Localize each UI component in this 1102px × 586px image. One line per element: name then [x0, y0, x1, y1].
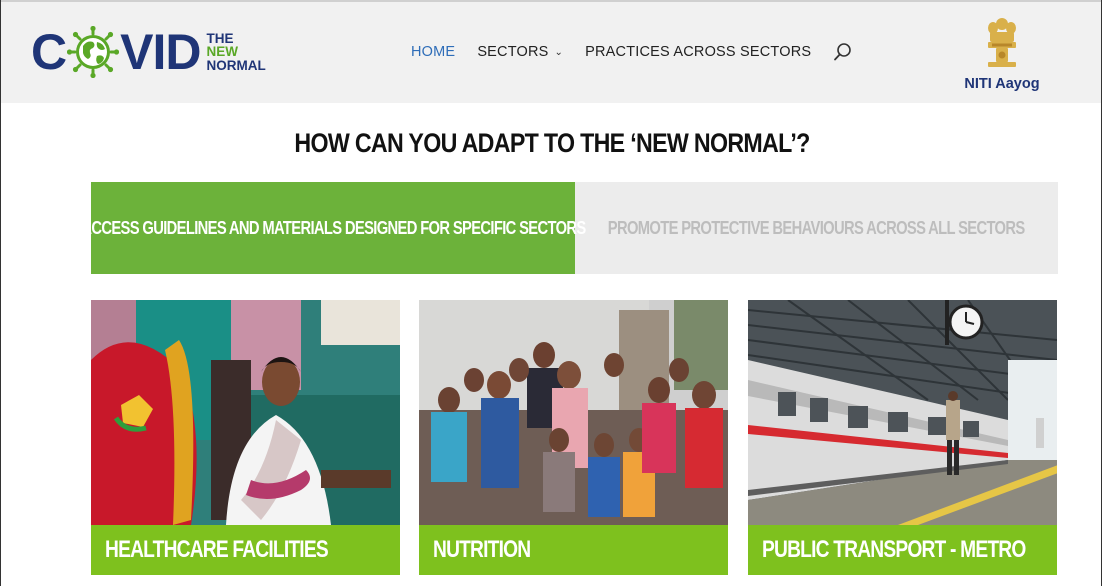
- nav-sectors-label: SECTORS: [477, 44, 549, 60]
- card-public-transport-metro[interactable]: PUBLIC TRANSPORT - METRO: [748, 300, 1057, 575]
- nav-practices-label: PRACTICES ACROSS SECTORS: [585, 44, 812, 60]
- nav-sectors[interactable]: SECTORS ⌄: [477, 44, 563, 60]
- national-emblem-icon: [988, 18, 1016, 67]
- logo-tagline-new: NEW: [206, 44, 238, 60]
- card-metro-label-text: PUBLIC TRANSPORT - METRO: [762, 536, 1026, 563]
- covid-logo[interactable]: C VID THE NEW NORMAL: [31, 19, 266, 85]
- nutrition-photo: [419, 300, 728, 525]
- tab-specific-sectors-label: ACCESS GUIDELINES AND MATERIALS DESIGNED…: [80, 217, 586, 238]
- card-healthcare-facilities[interactable]: HEALTHCARE FACILITIES: [91, 300, 400, 575]
- card-nutrition-label: NUTRITION: [419, 525, 728, 575]
- niti-aayog-label: NITI Aayog: [964, 76, 1040, 92]
- site-header: C VID THE NEW NORMAL HOME SECTORS ⌄ PRAC…: [1, 0, 1101, 103]
- virus-globe-icon: [67, 26, 120, 78]
- guideline-tabs: ACCESS GUIDELINES AND MATERIALS DESIGNED…: [81, 182, 1058, 274]
- tab-specific-sectors[interactable]: ACCESS GUIDELINES AND MATERIALS DESIGNED…: [81, 182, 586, 274]
- nav-practices-across-sectors[interactable]: PRACTICES ACROSS SECTORS: [585, 44, 811, 60]
- logo-letter-c: C: [31, 24, 67, 80]
- tab-across-all-sectors-label: PROMOTE PROTECTIVE BEHAVIOURS ACROSS ALL…: [608, 217, 1025, 238]
- card-healthcare-label-text: HEALTHCARE FACILITIES: [105, 536, 329, 563]
- logo-letters-vid: VID: [120, 24, 201, 80]
- page-frame: C VID THE NEW NORMAL HOME SECTORS ⌄ PRAC…: [0, 0, 1102, 586]
- chevron-down-icon: ⌄: [554, 46, 564, 58]
- logo-tagline: THE NEW NORMAL: [206, 32, 265, 73]
- tab-across-all-sectors[interactable]: PROMOTE PROTECTIVE BEHAVIOURS ACROSS ALL…: [575, 182, 1058, 274]
- main-nav: HOME SECTORS ⌄ PRACTICES ACROSS SECTORS: [411, 42, 853, 62]
- page-headline: HOW CAN YOU ADAPT TO THE ‘NEW NORMAL’?: [294, 128, 810, 158]
- logo-tagline-the: THE: [206, 30, 234, 46]
- nav-home[interactable]: HOME: [411, 44, 455, 60]
- healthcare-photo: [91, 300, 400, 525]
- card-nutrition[interactable]: NUTRITION: [419, 300, 728, 575]
- niti-aayog-logo[interactable]: NITI Aayog: [961, 16, 1043, 92]
- card-healthcare-label: HEALTHCARE FACILITIES: [91, 525, 400, 575]
- logo-tagline-normal: NORMAL: [206, 57, 266, 73]
- card-nutrition-label-text: NUTRITION: [433, 536, 531, 563]
- nav-home-label: HOME: [411, 44, 456, 60]
- card-metro-label: PUBLIC TRANSPORT - METRO: [748, 525, 1057, 575]
- search-icon[interactable]: [833, 42, 853, 62]
- metro-photo: [748, 300, 1057, 525]
